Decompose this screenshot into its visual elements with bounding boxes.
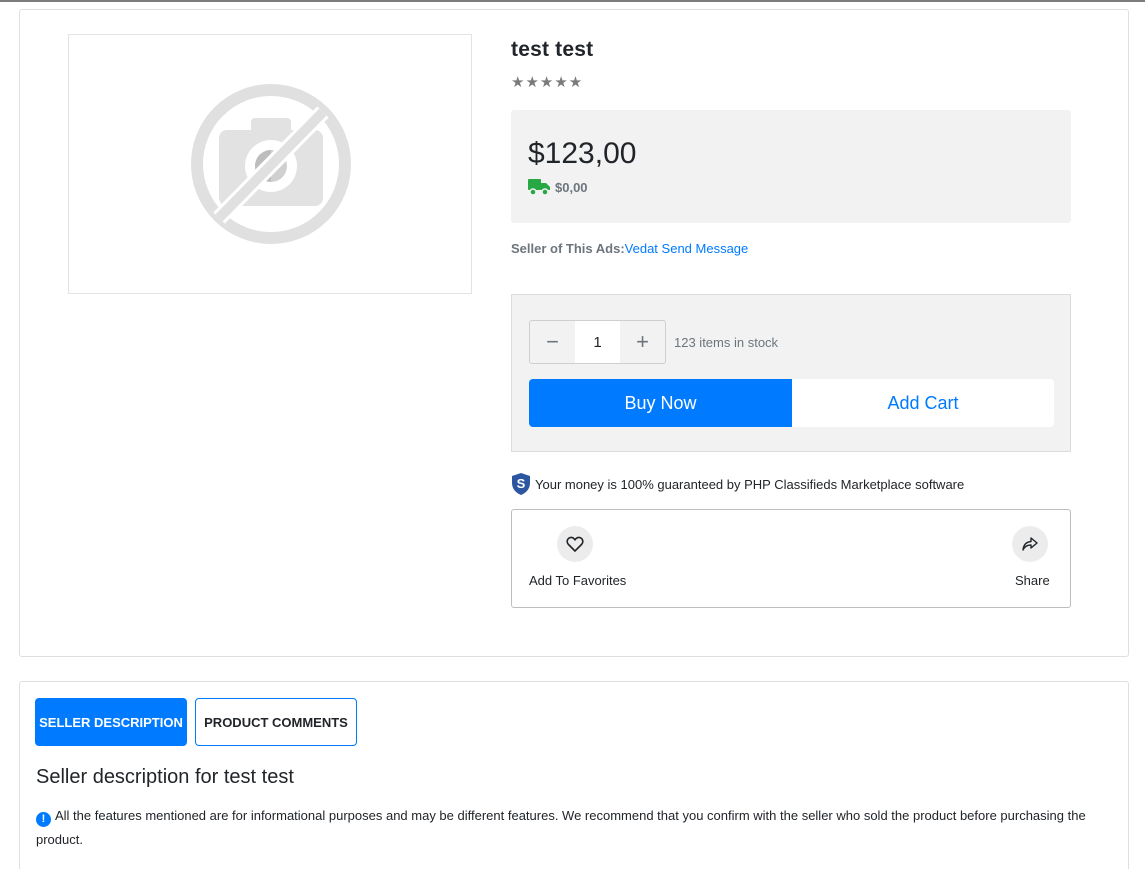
tab-product-comments[interactable]: PRODUCT COMMENTS: [195, 698, 357, 746]
send-message-link[interactable]: Send Message: [662, 241, 749, 256]
svg-text:S: S: [517, 476, 526, 491]
no-photo-icon: [191, 84, 351, 244]
top-divider: [0, 0, 1145, 2]
share-circle: [1012, 526, 1048, 562]
quantity-input[interactable]: 1: [575, 321, 620, 363]
heart-icon: [566, 536, 584, 552]
seller-line: Seller of This Ads:Vedat Send Message: [511, 241, 748, 256]
product-image[interactable]: [68, 34, 472, 294]
description-title: Seller description for test test: [36, 766, 294, 788]
notice-text: All the features mentioned are for infor…: [36, 808, 1086, 847]
exclamation-icon: !: [36, 812, 51, 827]
share-label: Share: [1015, 573, 1050, 588]
product-price: $123,00: [528, 137, 637, 170]
add-cart-button[interactable]: Add Cart: [792, 379, 1054, 427]
shield-s-icon: S: [512, 473, 530, 495]
product-title: test test: [511, 38, 594, 61]
truck-icon: [528, 179, 550, 196]
guarantee-note: S Your money is 100% guaranteed by PHP C…: [511, 472, 964, 496]
quantity-stepper: − 1 +: [529, 320, 666, 364]
increment-button[interactable]: +: [620, 321, 665, 363]
actions-panel: Add To Favorites Share: [511, 509, 1071, 608]
tab-seller-description[interactable]: SELLER DESCRIPTION: [35, 698, 187, 746]
favorite-circle: [557, 526, 593, 562]
share-icon: [1022, 537, 1038, 551]
buy-now-button[interactable]: Buy Now: [529, 379, 792, 427]
info-notice: ! All the features mentioned are for info…: [36, 804, 1096, 852]
seller-name-link[interactable]: Vedat: [625, 241, 658, 256]
favorites-label: Add To Favorites: [529, 573, 627, 588]
seller-label: Seller of This Ads:: [511, 241, 625, 256]
stock-text: 123 items in stock: [674, 335, 779, 350]
rating-stars[interactable]: ★★★★★: [511, 73, 583, 91]
guarantee-text: Your money is 100% guaranteed by PHP Cla…: [535, 476, 965, 492]
shipping-cost: $0,00: [555, 179, 588, 195]
price-panel: $123,00 $0,00: [511, 110, 1071, 223]
purchase-panel: − 1 + 123 items in stock Buy Now Add Car…: [511, 294, 1071, 452]
decrement-button[interactable]: −: [530, 321, 575, 363]
shipping-info: $0,00: [528, 178, 588, 196]
